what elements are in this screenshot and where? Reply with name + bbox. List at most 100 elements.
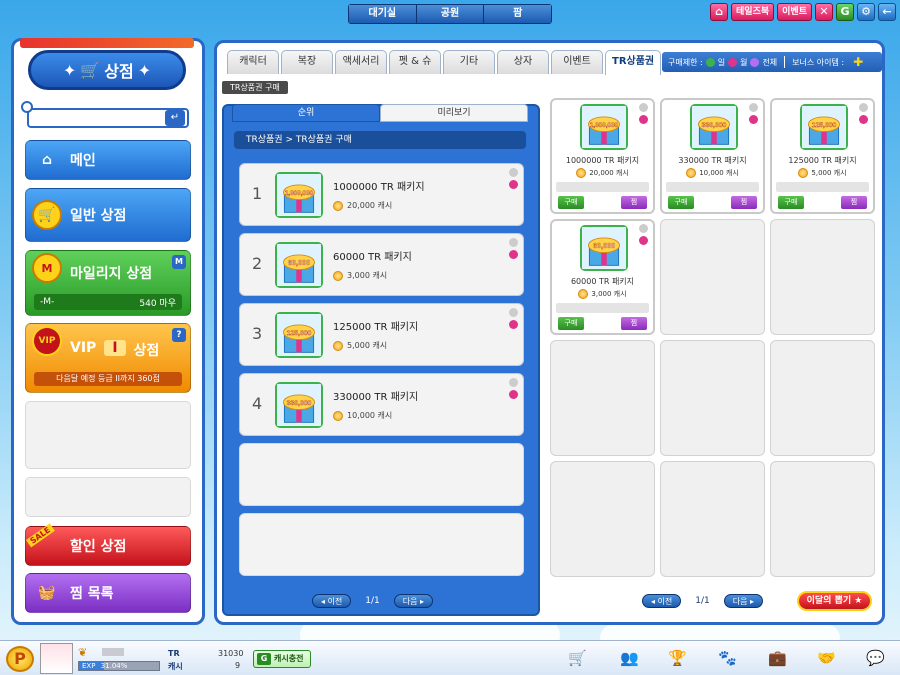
tab-event[interactable]: 이벤트 <box>551 50 603 74</box>
exp-label: EXP <box>82 662 96 670</box>
wish-button[interactable]: 찜 <box>841 196 867 209</box>
limit-month-radio[interactable] <box>728 57 738 67</box>
box-label: 330,000 <box>287 400 312 407</box>
cart-icon: 🛒 <box>32 200 62 230</box>
buy-button[interactable]: 구매 <box>778 196 804 209</box>
buy-button[interactable]: 구매 <box>668 196 694 209</box>
trophy-icon[interactable]: 🏆 <box>668 650 687 666</box>
rank-price-text: 3,000 캐시 <box>347 271 388 280</box>
wish-button[interactable]: 찜 <box>621 196 647 209</box>
sparkle-icon: ✦ <box>62 60 77 80</box>
menu-vip-shop-button[interactable]: VIP VIP I 상점 ? 다음달 예정 등급 II까지 360점 <box>25 323 191 393</box>
avatar[interactable] <box>40 643 73 674</box>
item-card[interactable]: 60,000 60000 TR 패키지 3,000 캐시 구매 찜 <box>550 219 655 335</box>
section-tag: TR상품권 구매 <box>222 81 288 94</box>
item-card[interactable]: 1,000,000 1000000 TR 패키지 20,000 캐시 구매 찜 <box>550 98 655 214</box>
divider <box>784 56 786 68</box>
tab-box[interactable]: 상자 <box>497 50 549 74</box>
tab-tr-voucher[interactable]: TR상품권 <box>605 50 662 75</box>
menu-main-button[interactable]: ⌂ 메인 <box>25 140 191 180</box>
status-dot <box>639 103 648 112</box>
next-button[interactable]: 다음 ▸ <box>393 594 434 608</box>
nav-tab-lobby[interactable]: 대기실 <box>349 5 417 23</box>
status-dot <box>509 378 518 387</box>
tab-clothing[interactable]: 복장 <box>281 50 333 74</box>
settings-icon[interactable]: ⚙ <box>857 3 875 21</box>
wish-button[interactable]: 찜 <box>621 317 647 330</box>
rank-title: 330000 TR 패키지 <box>333 392 419 403</box>
monthly-draw-button[interactable]: 이달의 뽑기 ★ <box>797 591 872 611</box>
g-icon[interactable]: G <box>836 3 854 21</box>
top-navigation: 대기실 공원 팜 <box>348 4 552 24</box>
cash-charge-button[interactable]: G 캐시충전 <box>253 650 311 668</box>
wish-button[interactable]: 찜 <box>731 196 757 209</box>
chat-icon[interactable]: 💬 <box>866 650 885 666</box>
item-empty-slot <box>550 461 655 577</box>
back-icon[interactable]: ← <box>878 3 896 21</box>
limit-day-radio[interactable] <box>705 57 715 67</box>
rank-price-text: 10,000 캐시 <box>347 411 393 420</box>
giftbox-icon: 125,000 <box>275 312 323 358</box>
ranking-row[interactable]: 1 1,000,000 1000000 TR 패키지 20,000 캐시 <box>239 163 524 226</box>
friends-icon[interactable]: 👥 <box>620 650 639 666</box>
mileage-badge-icon: M <box>172 255 186 269</box>
username-redacted <box>102 648 124 656</box>
alarm-icon[interactable]: ⌂ <box>710 3 729 21</box>
ranking-row[interactable]: 3 125,000 125000 TR 패키지 5,000 캐시 <box>239 303 524 366</box>
nav-tab-park[interactable]: 공원 <box>416 5 485 23</box>
buy-button[interactable]: 구매 <box>558 196 584 209</box>
cart-icon[interactable]: 🛒 <box>568 650 587 666</box>
box-label: 60,000 <box>288 258 310 267</box>
next-button[interactable]: 다음 ▸ <box>723 594 764 608</box>
tab-etc[interactable]: 기타 <box>443 50 495 74</box>
ranking-subtabs: 순위 미리보기 <box>232 104 528 122</box>
limit-all-radio[interactable] <box>750 57 760 67</box>
purchase-limit-bar: 구매제한 : 일 월 전체 보너스 아이템 : ✚ <box>662 52 882 72</box>
close-icon[interactable]: ✕ <box>815 3 833 21</box>
points-badge-icon[interactable]: P <box>6 646 34 672</box>
search-submit-button[interactable]: ↵ <box>165 110 185 126</box>
ranking-row[interactable]: 4 330,000 330000 TR 패키지 10,000 캐시 <box>239 373 524 436</box>
buy-button[interactable]: 구매 <box>558 317 584 330</box>
item-price: 10,000 캐시 <box>662 168 763 178</box>
status-dot <box>509 308 518 317</box>
mileage-medal-icon: M <box>32 253 62 283</box>
menu-wishlist-button[interactable]: 🧺 찜 목록 <box>25 573 191 613</box>
ranking-row[interactable]: 2 60,000 60000 TR 패키지 3,000 캐시 <box>239 233 524 296</box>
prev-button[interactable]: ◂ 이전 <box>312 594 352 608</box>
tab-character[interactable]: 캐릭터 <box>227 50 279 74</box>
event-button[interactable]: 이벤트 <box>777 3 812 21</box>
talesbook-button[interactable]: 테일즈북 <box>731 3 775 21</box>
briefcase-icon[interactable]: 💼 <box>768 650 787 666</box>
sparkle-icon: ✦ <box>137 60 152 80</box>
vip-shop-label: 상점 <box>133 343 160 359</box>
rank-price-text: 5,000 캐시 <box>347 341 388 350</box>
giftbox-icon: 330,000 <box>690 104 738 150</box>
paw-icon[interactable]: 🐾 <box>718 650 737 666</box>
box-label: 1,000,000 <box>590 122 619 129</box>
tab-pet-shoes[interactable]: 펫 & 슈 <box>389 50 441 74</box>
rank-price: 5,000 캐시 <box>333 340 387 351</box>
help-icon[interactable]: ? <box>172 328 186 342</box>
ranking-empty-row <box>239 443 524 506</box>
subtab-preview[interactable]: 미리보기 <box>380 104 528 122</box>
exp-bar: EXP 31.04% <box>78 661 160 671</box>
shop-title: ✦ 🛒 상점 ✦ <box>28 50 186 90</box>
tab-accessory[interactable]: 액세서리 <box>335 50 387 74</box>
rank-number: 1 <box>252 184 263 203</box>
subtab-ranking[interactable]: 순위 <box>232 104 380 122</box>
handshake-icon[interactable]: 🤝 <box>817 650 836 666</box>
rank-number: 2 <box>252 254 263 273</box>
item-card[interactable]: 330,000 330000 TR 패키지 10,000 캐시 구매 찜 <box>660 98 765 214</box>
monthly-draw-label: 이달의 뽑기 <box>806 596 852 606</box>
menu-general-shop-button[interactable]: 🛒 일반 상점 <box>25 188 191 242</box>
menu-sale-shop-button[interactable]: SALE 할인 상점 <box>25 523 191 566</box>
status-dot <box>859 115 868 124</box>
item-card[interactable]: 125,000 125000 TR 패키지 5,000 캐시 구매 찜 <box>770 98 875 214</box>
menu-general-shop-label: 일반 상점 <box>70 208 127 224</box>
menu-mileage-shop-button[interactable]: M 마일리지 상점 M -M- 540 마우 <box>25 250 191 316</box>
next-label: 다음 <box>732 597 748 606</box>
nav-tab-farm[interactable]: 팜 <box>484 5 552 23</box>
status-dot <box>639 115 648 124</box>
prev-button[interactable]: ◂ 이전 <box>642 594 682 608</box>
